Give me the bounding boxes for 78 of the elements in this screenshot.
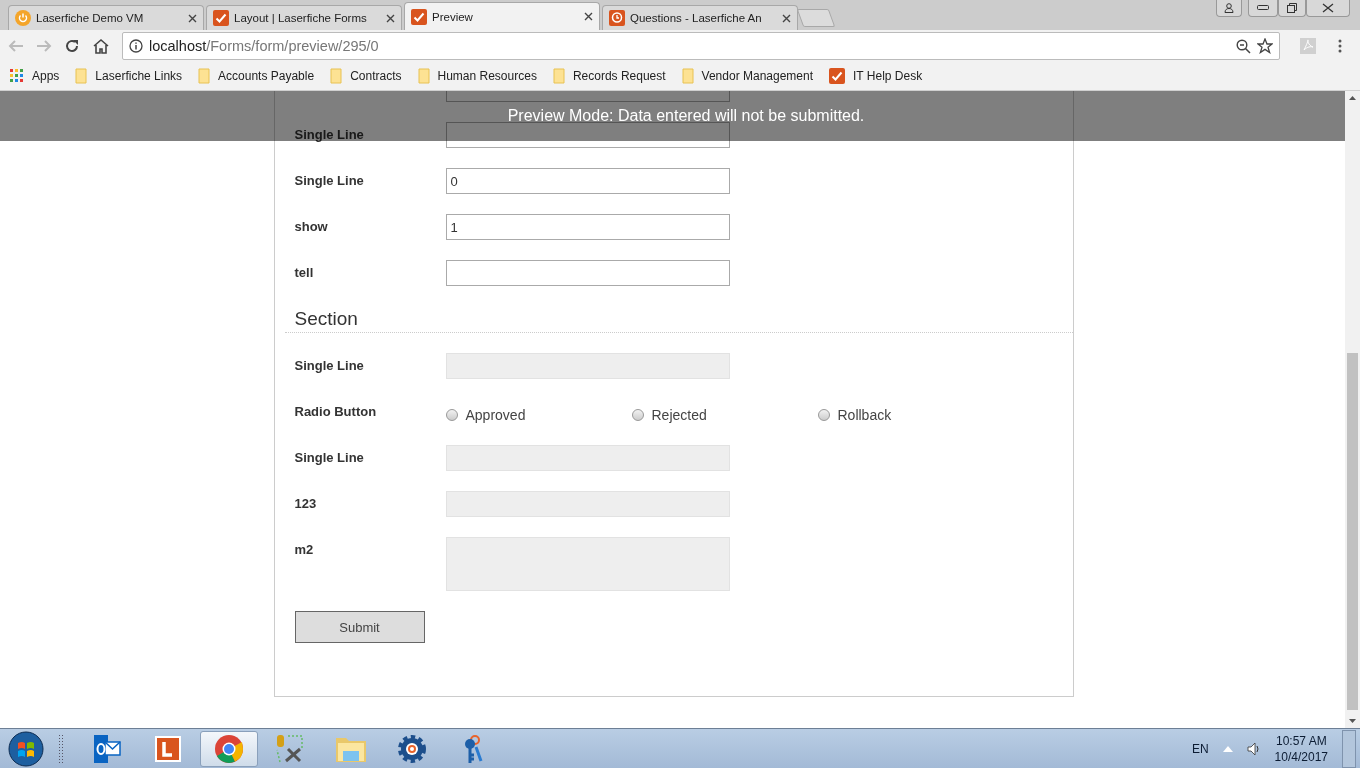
tools-app-icon — [274, 732, 306, 765]
scrollbar[interactable] — [1345, 91, 1360, 728]
scroll-down-arrow-icon[interactable] — [1349, 719, 1356, 723]
language-indicator[interactable]: EN — [1191, 741, 1209, 756]
folder-icon — [552, 68, 565, 84]
radio-label[interactable]: Rejected — [651, 406, 707, 423]
bookmark[interactable]: Apps — [10, 69, 60, 83]
folder-icon — [75, 68, 88, 84]
scroll-up-arrow-icon[interactable] — [1349, 96, 1356, 100]
checkmark-icon — [829, 68, 845, 84]
radio-button[interactable] — [817, 408, 830, 421]
bookmark[interactable]: Vendor Management — [681, 68, 813, 84]
close-icon[interactable] — [386, 13, 395, 23]
browser-tab[interactable]: Questions - Laserfiche An — [602, 5, 798, 30]
minimize-icon — [1257, 5, 1269, 11]
folder-icon — [681, 68, 694, 84]
close-icon — [1322, 3, 1334, 13]
section-header: Section — [284, 308, 1073, 333]
menu-icon[interactable] — [1338, 39, 1342, 53]
bookmark[interactable]: Records Request — [552, 68, 666, 84]
close-icon[interactable] — [782, 13, 791, 23]
info-icon — [129, 39, 143, 53]
minimize-button[interactable] — [1248, 0, 1278, 17]
star-icon[interactable] — [1257, 38, 1273, 54]
browser-tab[interactable]: Preview — [404, 2, 600, 30]
browser-tab[interactable]: Laserfiche Demo VM — [8, 5, 204, 30]
zoom-out-icon[interactable] — [1236, 38, 1251, 54]
gear-app-icon — [396, 732, 428, 765]
input-field[interactable]: 0 — [445, 168, 730, 194]
apps-grid-icon — [10, 69, 24, 83]
reload-icon[interactable] — [64, 38, 80, 54]
folder-icon — [417, 68, 430, 84]
field-label: Radio Button — [294, 403, 378, 421]
field-label: Single Line — [294, 126, 365, 144]
start-orb-icon[interactable] — [8, 730, 44, 767]
checkmark-icon — [411, 8, 427, 25]
radio-button[interactable] — [445, 408, 458, 421]
bookmark[interactable]: Laserfiche Links — [75, 68, 183, 84]
person-icon — [1224, 3, 1234, 13]
taskbar-button[interactable] — [200, 730, 258, 767]
profile-button[interactable] — [1216, 0, 1242, 17]
restore-icon — [1287, 3, 1297, 13]
close-icon[interactable] — [584, 12, 593, 21]
close-button[interactable] — [1306, 0, 1350, 17]
address-bar[interactable]: localhost/Forms/form/preview/295/0 — [122, 32, 1280, 60]
field-label: show — [294, 218, 329, 236]
clock[interactable]: 10:57 AM 10/4/2017 — [1274, 733, 1328, 764]
field-label: Single Line — [294, 357, 365, 375]
field-label: Single Line — [294, 449, 365, 467]
bookmark[interactable]: Human Resources — [417, 68, 537, 84]
input-field[interactable] — [445, 122, 730, 148]
folder-icon — [198, 68, 211, 84]
clock-icon — [609, 10, 625, 26]
field-label: m2 — [294, 541, 315, 559]
field-label: tell — [294, 264, 315, 282]
radio-label[interactable]: Approved — [465, 406, 526, 423]
speaker-icon[interactable] — [1246, 741, 1261, 756]
close-icon[interactable] — [188, 13, 197, 23]
folder-icon — [330, 68, 343, 84]
bookmark[interactable]: Contracts — [330, 68, 402, 84]
field-label: 123 — [294, 495, 318, 513]
browser-tab[interactable]: Layout | Laserfiche Forms — [206, 5, 402, 30]
radio-label[interactable]: Rollback — [837, 406, 892, 423]
chrome-icon — [214, 733, 244, 764]
mail-app-icon — [91, 732, 123, 765]
input-field[interactable] — [445, 91, 730, 102]
restore-button[interactable] — [1278, 0, 1306, 17]
field-label: Single Line — [294, 172, 365, 190]
bookmark[interactable]: Accounts Payable — [198, 68, 315, 84]
bookmark[interactable]: IT Help Desk — [829, 68, 923, 84]
home-icon[interactable] — [92, 38, 110, 54]
input-field[interactable] — [445, 260, 730, 286]
checkmark-icon — [213, 10, 229, 26]
input-field[interactable]: 1 — [445, 214, 730, 240]
submit-button[interactable]: Submit — [294, 611, 425, 643]
radio-button[interactable] — [631, 408, 644, 421]
power-icon — [15, 10, 31, 26]
letter-l-app-icon — [155, 735, 181, 762]
